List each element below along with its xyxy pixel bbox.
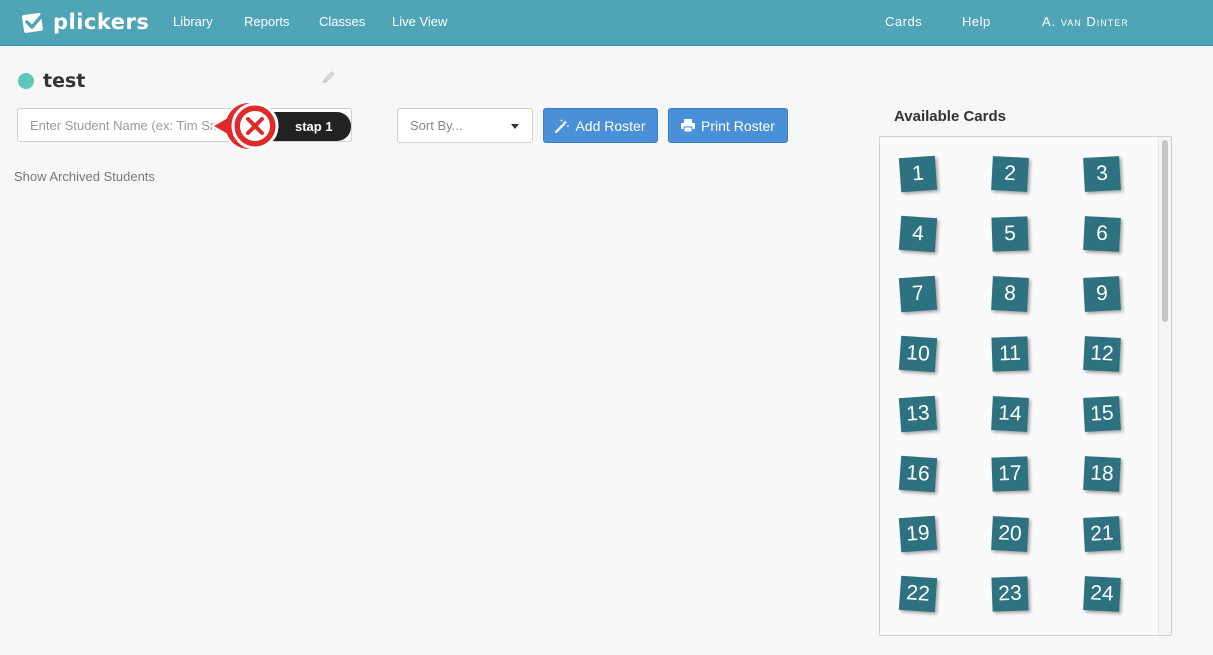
caret-down-icon bbox=[511, 124, 519, 129]
card-14[interactable]: 14 bbox=[991, 396, 1029, 432]
card-1[interactable]: 1 bbox=[898, 155, 938, 193]
class-name: test bbox=[43, 70, 86, 92]
nav-classes[interactable]: Classes bbox=[319, 0, 365, 44]
card-18[interactable]: 18 bbox=[1083, 456, 1121, 492]
pencil-edit-icon[interactable] bbox=[320, 68, 338, 86]
card-8[interactable]: 8 bbox=[991, 276, 1029, 312]
nav-cards[interactable]: Cards bbox=[885, 0, 922, 44]
brand-name: plickers bbox=[53, 10, 150, 34]
printer-icon bbox=[681, 119, 696, 132]
add-roster-label: Add Roster bbox=[575, 117, 646, 134]
class-title: test bbox=[18, 68, 85, 94]
plickers-logo[interactable]: plickers bbox=[20, 7, 149, 37]
available-cards-panel: 1 2 3 4 5 6 7 8 9 10 11 12 13 14 15 16 17 18 19 20 21 22 23 24 bbox=[879, 136, 1172, 636]
cards-scrollbar[interactable] bbox=[1158, 137, 1171, 635]
card-12[interactable]: 12 bbox=[1083, 336, 1121, 372]
card-5[interactable]: 5 bbox=[991, 216, 1029, 252]
card-22[interactable]: 22 bbox=[898, 575, 938, 613]
card-23[interactable]: 23 bbox=[991, 576, 1029, 612]
card-6[interactable]: 6 bbox=[1083, 216, 1121, 252]
card-17[interactable]: 17 bbox=[991, 456, 1029, 492]
card-20[interactable]: 20 bbox=[991, 516, 1029, 552]
card-10[interactable]: 10 bbox=[898, 335, 938, 373]
available-cards-heading: Available Cards bbox=[894, 108, 1006, 125]
card-24[interactable]: 24 bbox=[1083, 576, 1121, 612]
nav-library[interactable]: Library bbox=[173, 0, 213, 44]
nav-help[interactable]: Help bbox=[962, 0, 991, 44]
nav-user-menu[interactable]: A. van Dinter bbox=[1042, 0, 1129, 44]
show-archived-students-link[interactable]: Show Archived Students bbox=[14, 169, 155, 184]
card-2[interactable]: 2 bbox=[991, 156, 1029, 192]
sort-by-label: Sort By... bbox=[410, 118, 463, 133]
nav-reports[interactable]: Reports bbox=[244, 0, 290, 44]
class-color-dot bbox=[18, 73, 34, 89]
card-16[interactable]: 16 bbox=[898, 455, 938, 493]
card-19[interactable]: 19 bbox=[898, 515, 938, 553]
card-13[interactable]: 13 bbox=[898, 395, 938, 433]
card-4[interactable]: 4 bbox=[898, 215, 938, 253]
card-21[interactable]: 21 bbox=[1083, 516, 1121, 552]
card-15[interactable]: 15 bbox=[1083, 396, 1121, 432]
card-3[interactable]: 3 bbox=[1083, 156, 1121, 192]
checkbox-logo-icon bbox=[22, 11, 46, 33]
sort-by-dropdown[interactable]: Sort By... bbox=[397, 108, 533, 143]
error-x-callout-icon bbox=[209, 101, 279, 151]
magic-wand-icon bbox=[555, 119, 570, 133]
add-roster-button[interactable]: Add Roster bbox=[543, 108, 658, 143]
cards-scrollbar-thumb[interactable] bbox=[1162, 140, 1168, 322]
nav-live-view[interactable]: Live View bbox=[392, 0, 447, 44]
top-navbar: plickers Library Reports Classes Live Vi… bbox=[0, 0, 1213, 46]
print-roster-button[interactable]: Print Roster bbox=[668, 108, 788, 143]
card-7[interactable]: 7 bbox=[898, 275, 938, 313]
card-9[interactable]: 9 bbox=[1083, 276, 1121, 312]
print-roster-label: Print Roster bbox=[701, 117, 775, 134]
card-11[interactable]: 11 bbox=[991, 336, 1029, 372]
